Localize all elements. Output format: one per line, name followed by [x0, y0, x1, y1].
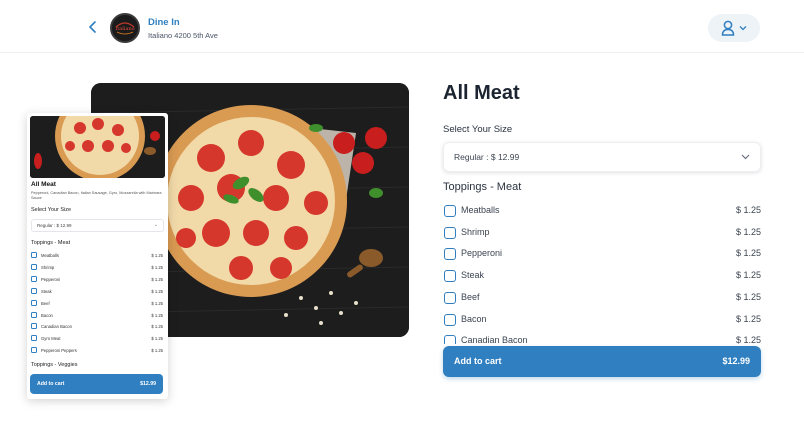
mobile-topping-name: Meatballs [41, 253, 59, 258]
topping-name: Beef [461, 291, 480, 302]
mobile-topping-row: Pepperoni $ 1.25 [31, 275, 163, 284]
mobile-topping-row: Meatballs $ 1.25 [31, 252, 163, 260]
toppings-meat-label: Toppings - Meat [443, 181, 522, 193]
mobile-preview-image [30, 116, 165, 178]
toppings-list[interactable]: Meatballs $ 1.25 Shrimp $ 1.25 Pepperoni $ 1.… [443, 198, 763, 344]
chevron-down-icon: ⌄ [153, 222, 158, 228]
topping-price: $ 1.25 [735, 270, 761, 281]
mobile-product-title: All Meat [31, 181, 56, 188]
topping-checkbox[interactable] [444, 205, 456, 217]
mobile-cart-total: $12.99 [140, 381, 156, 387]
mobile-topping-price: $ 1.25 [151, 336, 163, 342]
topping-checkbox[interactable] [444, 248, 456, 261]
mobile-topping-checkbox [31, 335, 37, 342]
mobile-topping-row: Beef $ 1.25 [31, 299, 163, 308]
mobile-topping-name: Pepperoni [41, 276, 61, 282]
topping-row[interactable]: Steak $ 1.25 [443, 268, 761, 284]
topping-row[interactable]: Meatballs $ 1.25 [443, 203, 761, 219]
cart-total: $12.99 [722, 356, 750, 366]
mobile-size-select: Regular : $ 12.99 ⌄ [31, 219, 164, 232]
topping-row[interactable]: Beef $ 1.25 [443, 290, 761, 306]
mobile-veggies-label: Toppings - Veggies [31, 362, 78, 368]
topping-row[interactable]: Bacon $ 1.25 [443, 312, 761, 328]
mobile-topping-checkbox [31, 252, 37, 258]
mobile-add-to-cart-button: Add to cart $12.99 [30, 374, 163, 394]
topping-name: Shrimp [461, 226, 490, 237]
mobile-topping-price: $ 1.25 [151, 300, 163, 306]
topping-name: Steak [461, 270, 485, 281]
mobile-toppings-label: Toppings - Meat [31, 240, 71, 246]
topping-checkbox[interactable] [444, 313, 456, 326]
mobile-cart-label: Add to cart [37, 381, 65, 387]
add-to-cart-label: Add to cart [454, 356, 502, 366]
restaurant-name: Dine In [148, 17, 180, 28]
mobile-topping-price: $ 1.25 [151, 264, 163, 270]
topping-price: $ 1.25 [735, 205, 761, 215]
mobile-topping-name: Gyro Meat [41, 336, 61, 342]
mobile-topping-checkbox [31, 347, 37, 354]
topping-name: Pepperoni [461, 248, 503, 259]
mobile-topping-name: Bacon [41, 312, 53, 318]
mobile-topping-row: Shrimp $ 1.25 [31, 263, 163, 272]
user-menu-button[interactable] [708, 14, 760, 42]
add-to-cart-button[interactable]: Add to cart $12.99 [443, 346, 761, 377]
topping-name: Meatballs [461, 205, 500, 215]
user-icon [721, 20, 735, 36]
mobile-preview-card: All Meat Pepperoni, Canadian Bacon, Ital… [27, 113, 168, 399]
topping-price: $ 1.25 [735, 335, 761, 344]
topping-price: $ 1.25 [735, 248, 761, 259]
size-select[interactable]: Regular : $ 12.99 [443, 142, 761, 172]
mobile-topping-price: $ 1.25 [151, 276, 163, 282]
topping-row[interactable]: Pepperoni $ 1.25 [443, 246, 761, 262]
restaurant-address: Italiano 4200 5th Ave [148, 31, 218, 40]
mobile-topping-checkbox [31, 275, 37, 282]
topping-row[interactable]: Shrimp $ 1.25 [443, 225, 761, 241]
mobile-size-value: Regular : $ 12.99 [37, 223, 72, 228]
mobile-topping-name: Pepperoni Peppers [41, 348, 77, 354]
topping-checkbox[interactable] [444, 270, 456, 283]
topping-price: $ 1.25 [735, 226, 761, 237]
mobile-topping-price: $ 1.25 [151, 324, 163, 330]
topping-row[interactable]: Canadian Bacon $ 1.25 [443, 333, 761, 344]
back-button[interactable] [88, 20, 102, 36]
mobile-product-description: Pepperoni, Canadian Bacon, Italian Sausa… [31, 191, 162, 200]
mobile-topping-checkbox [31, 323, 37, 330]
size-label: Select Your Size [443, 124, 513, 135]
mobile-topping-price: $ 1.25 [151, 312, 163, 318]
chevron-down-icon [739, 26, 747, 31]
mobile-topping-checkbox [31, 263, 37, 270]
mobile-topping-price: $ 1.25 [151, 253, 163, 258]
topping-checkbox[interactable] [444, 291, 456, 304]
chevron-down-icon [741, 152, 750, 162]
topping-price: $ 1.25 [735, 313, 761, 324]
header-divider [0, 52, 804, 53]
mobile-topping-price: $ 1.25 [151, 348, 163, 354]
mobile-topping-checkbox [31, 287, 37, 294]
restaurant-logo: Italiano [110, 13, 140, 43]
mobile-topping-name: Shrimp [41, 264, 55, 270]
mobile-topping-row: Pepperoni Peppers $ 1.25 [31, 347, 163, 355]
topping-checkbox[interactable] [444, 335, 456, 344]
size-select-value: Regular : $ 12.99 [454, 152, 520, 162]
mobile-topping-row: Gyro Meat $ 1.25 [31, 335, 163, 343]
mobile-topping-row: Steak $ 1.25 [31, 287, 163, 296]
product-title: All Meat [443, 82, 520, 104]
topping-checkbox[interactable] [444, 226, 456, 239]
topping-name: Canadian Bacon [461, 335, 528, 344]
mobile-topping-name: Canadian Bacon [41, 324, 72, 330]
mobile-topping-name: Beef [41, 300, 50, 306]
mobile-topping-name: Steak [41, 288, 52, 294]
mobile-size-label: Select Your Size [31, 207, 72, 213]
mobile-topping-row: Canadian Bacon $ 1.25 [31, 323, 163, 331]
chevron-left-icon [89, 21, 96, 33]
svg-text:Italiano: Italiano [115, 26, 134, 32]
mobile-topping-checkbox [31, 311, 37, 318]
topping-name: Bacon [461, 313, 487, 324]
mobile-topping-checkbox [31, 299, 37, 306]
topping-price: $ 1.25 [735, 291, 761, 302]
mobile-topping-price: $ 1.25 [151, 288, 163, 294]
mobile-topping-row: Bacon $ 1.25 [31, 311, 163, 320]
